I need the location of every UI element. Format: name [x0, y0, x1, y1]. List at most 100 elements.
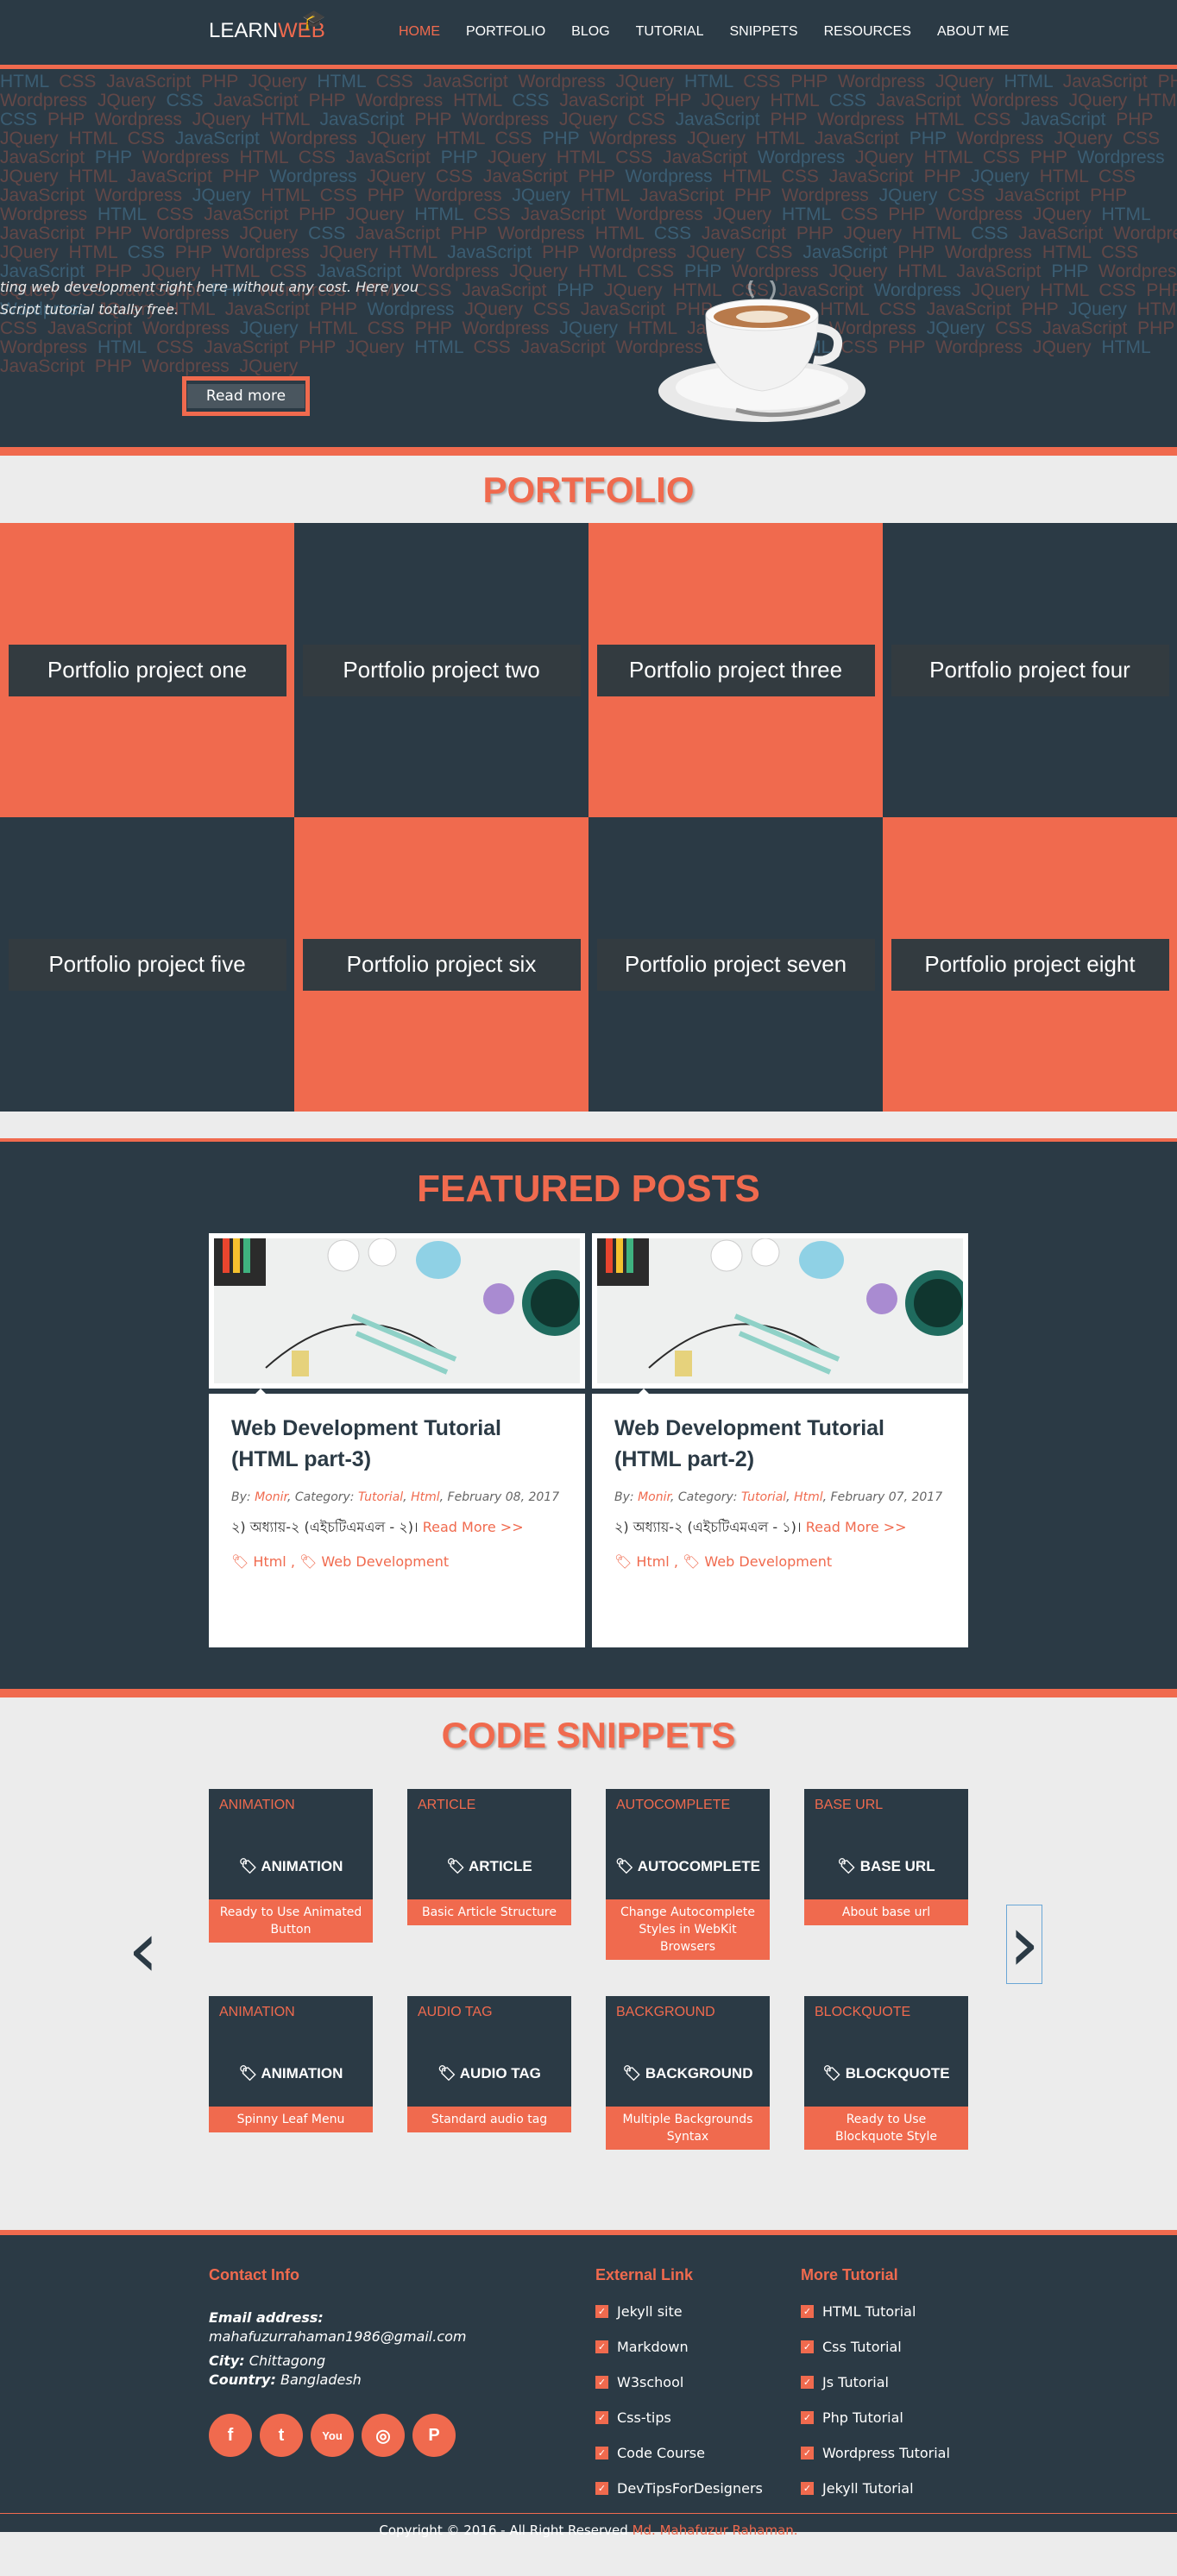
- hero-line-1: ting web development right here without …: [0, 279, 419, 295]
- category-link[interactable]: Tutorial: [741, 1490, 786, 1504]
- pinterest-icon[interactable]: P: [412, 2414, 456, 2457]
- external-link[interactable]: ✓ Css-tips: [595, 2409, 763, 2426]
- category-link[interactable]: Html: [794, 1490, 823, 1504]
- hero-bg-word: PHP: [174, 242, 212, 262]
- hero-bg-word: PHP: [1137, 318, 1174, 338]
- hero-bg-word: HTML: [1039, 167, 1089, 186]
- nav-resources[interactable]: RESOURCES: [824, 24, 911, 40]
- read-more-link[interactable]: Read More >>: [806, 1519, 907, 1535]
- hero-bg-word: JavaScript: [106, 72, 192, 91]
- external-link[interactable]: ✓ Markdown: [595, 2339, 763, 2355]
- tutorial-link[interactable]: ✓ Jekyll Tutorial: [801, 2480, 950, 2497]
- country-value: Bangladesh: [280, 2371, 362, 2388]
- post-title[interactable]: Web Development Tutorial (HTML part-2): [614, 1413, 946, 1475]
- portfolio-tile[interactable]: Portfolio project three: [588, 523, 883, 817]
- check-icon: ✓: [801, 2447, 814, 2459]
- nav-blog[interactable]: BLOG: [571, 24, 609, 40]
- tutorial-link[interactable]: ✓ Css Tutorial: [801, 2339, 950, 2355]
- tutorial-link[interactable]: ✓ HTML Tutorial: [801, 2303, 950, 2320]
- hero-bg-word: CSS: [1101, 242, 1139, 262]
- post-date: , February 08, 2017: [439, 1490, 560, 1504]
- hero-bg-word: JavaScript: [802, 242, 888, 262]
- external-link[interactable]: ✓ DevTipsForDesigners: [595, 2480, 763, 2497]
- external-link[interactable]: ✓ Code Course: [595, 2445, 763, 2461]
- snippet-card[interactable]: ARTICLE 🏷 ARTICLE Basic Article Structur…: [407, 1789, 571, 1925]
- hero-bg-word: Wordpress: [589, 129, 677, 148]
- hero-bg-word: HTML: [414, 205, 463, 224]
- tag-link[interactable]: Html: [636, 1553, 669, 1570]
- nav-snippets[interactable]: SNIPPETS: [729, 24, 797, 40]
- hero-bg-word: HTML: [68, 129, 117, 148]
- author-link[interactable]: Monir: [638, 1490, 670, 1504]
- hero-bg-word: CSS: [1098, 167, 1136, 186]
- tutorial-link[interactable]: ✓ Wordpress Tutorial: [801, 2445, 950, 2461]
- external-link[interactable]: ✓ W3school: [595, 2374, 763, 2390]
- owner-link[interactable]: Md. Mahafuzur Rahaman.: [633, 2522, 798, 2538]
- category-link[interactable]: Tutorial: [358, 1490, 403, 1504]
- hero-bg-word: CSS: [494, 129, 532, 148]
- hero-bg-word: PHP: [542, 242, 579, 262]
- coffee-cup-image: [658, 280, 865, 422]
- portfolio-tile[interactable]: Portfolio project one: [0, 523, 294, 817]
- hero-bg-word: CSS: [435, 167, 474, 186]
- post-image[interactable]: [592, 1233, 968, 1389]
- hero-bg-word: Wordpress: [935, 337, 1023, 357]
- posts-list: Web Development Tutorial (HTML part-3) B…: [209, 1233, 968, 1647]
- portfolio-tile[interactable]: Portfolio project four: [883, 523, 1177, 817]
- hero-bg-word: JQuery: [971, 167, 1029, 186]
- portfolio-tile[interactable]: Portfolio project two: [294, 523, 588, 817]
- site-logo[interactable]: LEARNWEB 🎓: [209, 9, 325, 43]
- tutorial-link[interactable]: ✓ Js Tutorial: [801, 2374, 950, 2390]
- post-image[interactable]: [209, 1233, 585, 1389]
- snippet-card[interactable]: ANIMATION 🏷 ANIMATION Ready to Use Anima…: [209, 1789, 373, 1943]
- hero-bg-word: JQuery: [687, 129, 746, 148]
- category-link[interactable]: Html: [411, 1490, 440, 1504]
- hero-bg-word: CSS: [127, 129, 165, 148]
- chevron-left-icon[interactable]: ‹: [128, 1912, 159, 1989]
- tag-link[interactable]: Web Development: [704, 1553, 832, 1570]
- snippet-caption: Ready to Use Animated Button: [209, 1899, 373, 1943]
- portfolio-grid: Portfolio project one Portfolio project …: [0, 523, 1177, 1112]
- hero-bg-word: Wordpress: [462, 110, 550, 129]
- nav-about-me[interactable]: ABOUT ME: [937, 24, 1009, 40]
- hero-bg-word: JQuery: [239, 318, 299, 338]
- hero-bg-word: Wordpress: [269, 167, 357, 186]
- portfolio-tile[interactable]: Portfolio project eight: [883, 817, 1177, 1112]
- read-more-button[interactable]: Read more: [182, 376, 310, 416]
- snippet-card[interactable]: BLOCKQUOTE 🏷 BLOCKQUOTE Ready to Use Blo…: [804, 1996, 968, 2150]
- external-links: External Link ✓ Jekyll site ✓ Markdown ✓ W3…: [595, 2266, 763, 2516]
- check-icon: ✓: [595, 2411, 608, 2424]
- nav-portfolio[interactable]: PORTFOLIO: [466, 24, 545, 40]
- portfolio-tile[interactable]: Portfolio project seven: [588, 817, 883, 1112]
- author-link[interactable]: Monir: [255, 1490, 287, 1504]
- hero-bg-word: JavaScript: [0, 186, 85, 205]
- tutorial-link[interactable]: ✓ Php Tutorial: [801, 2409, 950, 2426]
- youtube-icon[interactable]: You: [311, 2414, 354, 2457]
- hero-bg-word: Wordpress: [94, 186, 183, 205]
- nav-home[interactable]: HOME: [399, 24, 440, 40]
- nav-tutorial[interactable]: TUTORIAL: [636, 24, 704, 40]
- snippet-name: 🏷 ANIMATION: [209, 1858, 373, 1875]
- post-meta: By: Monir, Category: Tutorial, Html, Feb…: [614, 1490, 943, 1504]
- read-more-link[interactable]: Read More >>: [423, 1519, 524, 1535]
- snippet-card[interactable]: ANIMATION 🏷 ANIMATION Spinny Leaf Menu: [209, 1996, 373, 2132]
- facebook-icon[interactable]: f: [209, 2414, 252, 2457]
- portfolio-tile[interactable]: Portfolio project five: [0, 817, 294, 1112]
- post-title[interactable]: Web Development Tutorial (HTML part-3): [231, 1413, 563, 1475]
- external-link[interactable]: ✓ Jekyll site: [595, 2303, 763, 2320]
- tag-link[interactable]: Html: [253, 1553, 286, 1570]
- twitter-icon[interactable]: t: [260, 2414, 303, 2457]
- dribbble-icon[interactable]: ◎: [362, 2414, 405, 2457]
- snippet-card[interactable]: BASE URL 🏷 BASE URL About base url: [804, 1789, 968, 1925]
- broken-image-alt: AUDIO TAG: [418, 2005, 493, 2019]
- contact-city: City: Chittagong: [209, 2352, 571, 2371]
- hero-bg-word: CSS: [532, 299, 571, 319]
- snippet-card[interactable]: BACKGROUND 🏷 BACKGROUND Multiple Backgro…: [606, 1996, 770, 2150]
- chevron-right-icon[interactable]: ›: [1006, 1905, 1042, 1984]
- portfolio-tile[interactable]: Portfolio project six: [294, 817, 588, 1112]
- snippet-card[interactable]: AUTOCOMPLETE 🏷 AUTOCOMPLETE Change Autoc…: [606, 1789, 770, 1960]
- post-date: , February 07, 2017: [822, 1490, 943, 1504]
- hero-bg-word: PHP: [888, 205, 926, 224]
- snippet-card[interactable]: AUDIO TAG 🏷 AUDIO TAG Standard audio tag: [407, 1996, 571, 2132]
- tag-link[interactable]: Web Development: [321, 1553, 449, 1570]
